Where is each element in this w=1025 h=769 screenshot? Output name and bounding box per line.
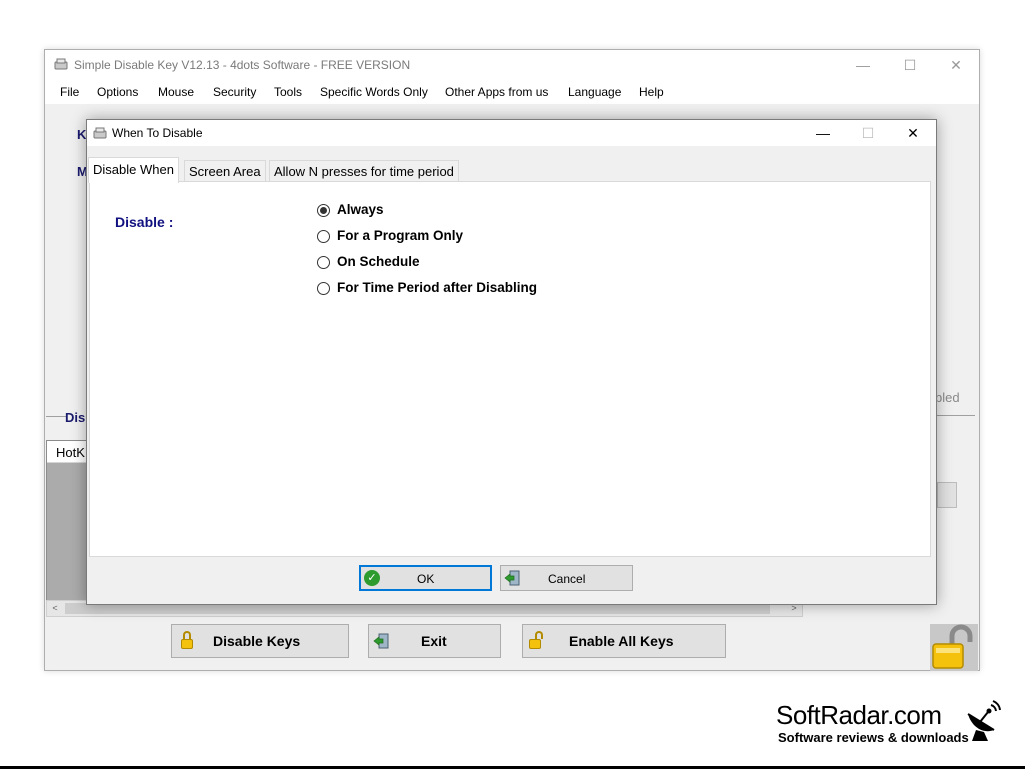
menu-options[interactable]: Options <box>97 85 138 99</box>
watermark-tagline: Software reviews & downloads <box>778 730 969 745</box>
menu-tools[interactable]: Tools <box>274 85 302 99</box>
exit-button[interactable]: Exit <box>368 624 501 658</box>
main-maximize-button[interactable]: ☐ <box>887 50 933 80</box>
radio-always-button[interactable] <box>317 204 330 217</box>
dialog-title: When To Disable <box>112 126 203 140</box>
disable-keys-button[interactable]: Disable Keys <box>171 624 349 658</box>
main-minimize-button[interactable]: — <box>840 50 886 80</box>
when-to-disable-dialog: When To Disable — ☐ ✕ Disable When Scree… <box>86 119 937 605</box>
partial-label-bled: bled <box>935 390 960 405</box>
enable-all-keys-label: Enable All Keys <box>569 633 674 649</box>
watermark-brand: SoftRadar.com <box>776 700 942 730</box>
menu-mouse[interactable]: Mouse <box>158 85 194 99</box>
radio-for-program-button[interactable] <box>317 230 330 243</box>
menu-file[interactable]: File <box>60 85 79 99</box>
tab-allow-n-presses[interactable]: Allow N presses for time period <box>269 160 459 182</box>
group-divider-right <box>937 415 975 416</box>
radio-time-period-label[interactable]: For Time Period after Disabling <box>337 280 537 295</box>
dialog-titlebar: When To Disable — ☐ ✕ <box>87 120 936 146</box>
ok-button[interactable]: ✓ OK <box>359 565 492 591</box>
exit-door-icon <box>504 570 520 586</box>
partial-label-k: K <box>77 127 87 142</box>
ok-label: OK <box>417 572 435 586</box>
radio-always-label[interactable]: Always <box>337 202 384 217</box>
tab-panel-disable-when: Disable : Always For a Program Only On S… <box>89 181 931 557</box>
dialog-close-button[interactable]: ✕ <box>890 120 936 146</box>
menu-bar: File Options Mouse Security Tools Specif… <box>45 80 979 104</box>
radio-on-schedule-button[interactable] <box>317 256 330 269</box>
checkmark-icon: ✓ <box>364 570 380 586</box>
enable-all-keys-button[interactable]: Enable All Keys <box>522 624 726 658</box>
dialog-maximize-button: ☐ <box>861 125 875 141</box>
cancel-label: Cancel <box>548 572 586 586</box>
dialog-minimize-button[interactable]: — <box>800 120 846 146</box>
lock-icon <box>181 631 193 651</box>
menu-security[interactable]: Security <box>213 85 256 99</box>
main-close-button[interactable]: ✕ <box>933 50 979 80</box>
exit-label: Exit <box>421 633 447 649</box>
menu-other-apps[interactable]: Other Apps from us <box>445 85 548 99</box>
hotkey-column-header[interactable]: HotK <box>56 445 85 460</box>
partial-side-button[interactable] <box>937 482 957 508</box>
main-window-title: Simple Disable Key V12.13 - 4dots Softwa… <box>74 58 411 72</box>
radio-on-schedule-label[interactable]: On Schedule <box>337 254 420 269</box>
partial-label-dis: Dis <box>65 410 86 425</box>
radio-time-period-button[interactable] <box>317 282 330 295</box>
group-divider-left <box>46 416 66 417</box>
scroll-left-icon[interactable]: < <box>47 601 63 616</box>
dialog-app-icon <box>93 127 107 139</box>
main-titlebar: Simple Disable Key V12.13 - 4dots Softwa… <box>45 50 979 80</box>
disable-label: Disable : <box>115 214 174 230</box>
big-unlock-icon <box>930 624 978 671</box>
menu-specific-words-only[interactable]: Specific Words Only <box>320 85 428 99</box>
tab-screen-area[interactable]: Screen Area <box>184 160 266 182</box>
satellite-dish-icon <box>967 700 1001 741</box>
exit-door-icon <box>373 633 389 649</box>
unlock-icon <box>529 631 543 651</box>
menu-language[interactable]: Language <box>568 85 621 99</box>
menu-help[interactable]: Help <box>639 85 664 99</box>
app-icon <box>54 58 68 70</box>
tab-disable-when[interactable]: Disable When <box>88 157 179 183</box>
disable-keys-label: Disable Keys <box>213 633 301 649</box>
cancel-button[interactable]: Cancel <box>500 565 633 591</box>
radio-for-program-label[interactable]: For a Program Only <box>337 228 463 243</box>
